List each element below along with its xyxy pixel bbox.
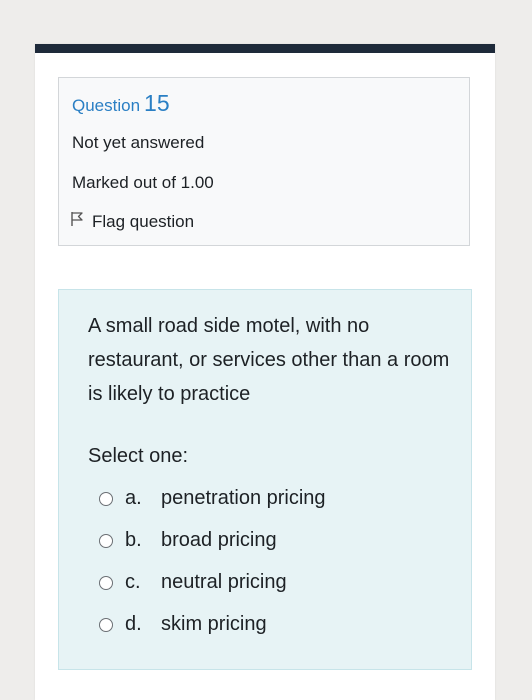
option-b-letter: b. — [125, 529, 142, 551]
question-text: A small road side motel, with no restaur… — [88, 315, 450, 405]
question-label: Question — [72, 96, 141, 115]
option-a-letter: a. — [125, 487, 142, 509]
option-d-letter: d. — [125, 613, 142, 635]
option-a-text: penetration pricing — [161, 487, 326, 509]
question-state: Not yet answered — [72, 133, 205, 152]
flag-question-label: Flag question — [92, 211, 195, 231]
question-grade: Marked out of 1.00 — [72, 173, 214, 192]
question-number: 15 — [144, 90, 170, 116]
option-d[interactable]: d. skim pricing — [99, 613, 267, 636]
option-c-text: neutral pricing — [161, 571, 287, 593]
question-info-panel: Question 15 Not yet answered Marked out o… — [58, 77, 470, 246]
option-b[interactable]: b. broad pricing — [99, 529, 277, 552]
option-c-radio[interactable] — [99, 575, 113, 590]
question-card: Question 15 Not yet answered Marked out o… — [35, 44, 495, 700]
question-title: Question 15 — [72, 90, 170, 117]
question-content-panel: A small road side motel, with no restaur… — [58, 289, 472, 670]
option-d-text: skim pricing — [161, 613, 267, 635]
select-one-prompt: Select one: — [88, 445, 189, 467]
flag-question-button[interactable]: Flag question — [70, 211, 194, 232]
option-a-radio[interactable] — [99, 491, 113, 506]
top-bar — [35, 44, 495, 53]
option-c[interactable]: c. neutral pricing — [99, 571, 287, 594]
option-c-letter: c. — [125, 571, 141, 593]
option-a[interactable]: a. penetration pricing — [99, 487, 326, 510]
option-b-text: broad pricing — [161, 529, 277, 551]
option-b-radio[interactable] — [99, 533, 113, 548]
flag-icon — [70, 211, 92, 232]
option-d-radio[interactable] — [99, 617, 113, 632]
